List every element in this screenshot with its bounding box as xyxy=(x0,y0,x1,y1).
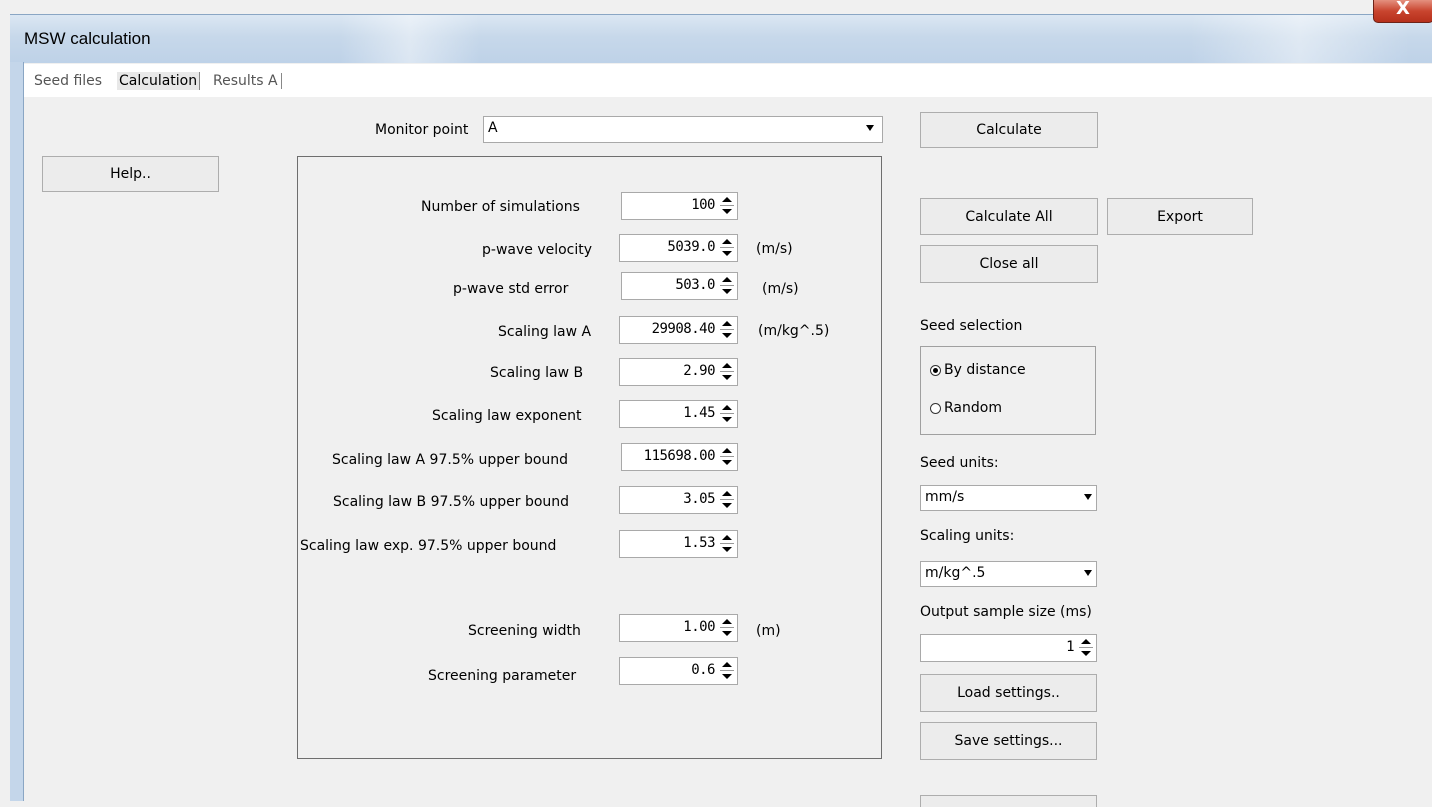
radio-by-distance[interactable] xyxy=(930,365,941,376)
param-label: p-wave velocity xyxy=(482,242,593,258)
param-unit: (m/s) xyxy=(756,241,793,257)
param-label: Scaling law exp. 97.5% upper bound xyxy=(300,538,557,554)
param-label: Screening parameter xyxy=(428,668,577,684)
chevron-down-icon xyxy=(1084,570,1092,576)
export-button[interactable]: Export xyxy=(1107,198,1253,235)
spinner-arrows-icon[interactable] xyxy=(720,362,734,382)
param-value: 1.45 xyxy=(683,405,715,421)
param-value: 1.00 xyxy=(683,619,715,635)
chevron-down-icon xyxy=(1084,494,1092,500)
tab-strip: Seed files Calculation Results A xyxy=(24,64,1432,97)
spinner-arrows-icon[interactable] xyxy=(720,534,734,554)
seed-selection-group xyxy=(920,346,1096,435)
spinner-arrows-icon[interactable] xyxy=(720,661,734,681)
param-label: Screening width xyxy=(468,623,581,639)
radio-dot-icon xyxy=(933,368,938,373)
spinner-arrows-icon[interactable] xyxy=(720,618,734,638)
spinner-arrows-icon[interactable] xyxy=(720,320,734,340)
title-bar[interactable]: MSW calculation xyxy=(10,14,1432,63)
help-button-label: Help.. xyxy=(110,166,151,182)
param-value: 115698.00 xyxy=(643,448,716,464)
radio-random-label[interactable]: Random xyxy=(944,400,1002,416)
tab-calculation[interactable]: Calculation xyxy=(117,72,201,90)
spinner-arrows-icon[interactable] xyxy=(720,276,734,296)
scaling-units-value: m/kg^.5 xyxy=(925,565,986,581)
spinner-arrows-icon[interactable] xyxy=(720,196,734,216)
scaling-law-exponent-spinbox[interactable]: 1.45 xyxy=(619,400,738,428)
spinner-arrows-icon[interactable] xyxy=(1079,638,1093,658)
close-window-button[interactable]: X xyxy=(1373,0,1432,23)
seed-units-value: mm/s xyxy=(925,489,965,505)
load-settings-button[interactable]: Load settings.. xyxy=(920,674,1097,712)
save-settings-button-label: Save settings... xyxy=(954,733,1063,749)
chevron-down-icon xyxy=(866,125,874,131)
save-settings-button[interactable]: Save settings... xyxy=(920,722,1097,760)
param-label: Scaling law A 97.5% upper bound xyxy=(332,452,569,468)
close-all-button-label: Close all xyxy=(979,256,1039,272)
param-value: 503.0 xyxy=(675,277,715,293)
monitor-point-select[interactable]: A xyxy=(483,116,883,143)
param-label: Scaling law B xyxy=(490,365,584,381)
close-icon: X xyxy=(1396,0,1410,19)
screening-parameter-spinbox[interactable]: 0.6 xyxy=(619,657,738,685)
tab-seed-files[interactable]: Seed files xyxy=(34,73,102,89)
spinner-arrows-icon[interactable] xyxy=(720,238,734,258)
export-button-label: Export xyxy=(1157,208,1203,225)
param-unit: (m/s) xyxy=(762,281,799,297)
param-value: 2.90 xyxy=(683,363,715,379)
scaling-law-a-spinbox[interactable]: 29908.40 xyxy=(619,316,738,344)
param-value: 1.53 xyxy=(683,535,715,551)
spinner-arrows-icon[interactable] xyxy=(720,404,734,424)
param-value: 0.6 xyxy=(691,662,715,678)
p-wave-std-error-spinbox[interactable]: 503.0 xyxy=(621,272,738,300)
simulations-spinbox[interactable]: 100 xyxy=(621,192,738,220)
calculate-button-label: Calculate xyxy=(976,122,1042,138)
window-title: MSW calculation xyxy=(24,29,151,48)
seed-units-label: Seed units: xyxy=(920,455,999,471)
radio-by-distance-label[interactable]: By distance xyxy=(944,362,1026,378)
output-sample-size-label: Output sample size (ms) xyxy=(920,604,1092,620)
param-value: 3.05 xyxy=(683,491,715,507)
scaling-units-select[interactable]: m/kg^.5 xyxy=(920,561,1097,587)
monitor-point-value: A xyxy=(488,120,498,136)
help-button[interactable]: Help.. xyxy=(42,156,219,192)
monitor-point-label: Monitor point xyxy=(375,122,469,138)
param-unit: (m) xyxy=(756,623,781,639)
seed-selection-label: Seed selection xyxy=(920,318,1023,334)
calculate-button[interactable]: Calculate xyxy=(920,112,1098,148)
tab-results-a[interactable]: Results A xyxy=(213,73,282,89)
scaling-law-b-upper-spinbox[interactable]: 3.05 xyxy=(619,486,738,514)
param-label: p-wave std error xyxy=(453,281,569,297)
param-label: Scaling law A xyxy=(498,324,592,340)
param-label: Number of simulations xyxy=(421,199,580,215)
spinner-arrows-icon[interactable] xyxy=(720,490,734,510)
window-frame-left xyxy=(10,62,24,801)
scaling-units-label: Scaling units: xyxy=(920,528,1015,544)
close-all-button[interactable]: Close all xyxy=(920,245,1098,283)
partially-visible-button[interactable] xyxy=(920,795,1097,807)
load-settings-button-label: Load settings.. xyxy=(957,685,1060,701)
output-sample-size-value: 1 xyxy=(1066,639,1074,655)
param-value: 5039.0 xyxy=(667,239,715,255)
seed-units-select[interactable]: mm/s xyxy=(920,485,1097,511)
param-value: 29908.40 xyxy=(651,321,716,337)
param-unit: (m/kg^.5) xyxy=(758,323,830,339)
param-label: Scaling law exponent xyxy=(432,408,582,424)
scaling-law-exp-upper-spinbox[interactable]: 1.53 xyxy=(619,530,738,558)
scaling-law-b-spinbox[interactable]: 2.90 xyxy=(619,358,738,386)
spinner-arrows-icon[interactable] xyxy=(720,447,734,467)
scaling-law-a-upper-spinbox[interactable]: 115698.00 xyxy=(621,443,738,471)
calculate-all-button-label: Calculate All xyxy=(965,208,1053,225)
calculate-all-button[interactable]: Calculate All xyxy=(920,198,1098,235)
output-sample-size-spinbox[interactable]: 1 xyxy=(920,634,1097,662)
param-value: 100 xyxy=(691,197,715,213)
p-wave-velocity-spinbox[interactable]: 5039.0 xyxy=(619,234,738,262)
radio-random[interactable] xyxy=(930,403,941,414)
param-label: Scaling law B 97.5% upper bound xyxy=(333,494,570,510)
screening-width-spinbox[interactable]: 1.00 xyxy=(619,614,738,642)
glass-streak xyxy=(340,15,480,63)
